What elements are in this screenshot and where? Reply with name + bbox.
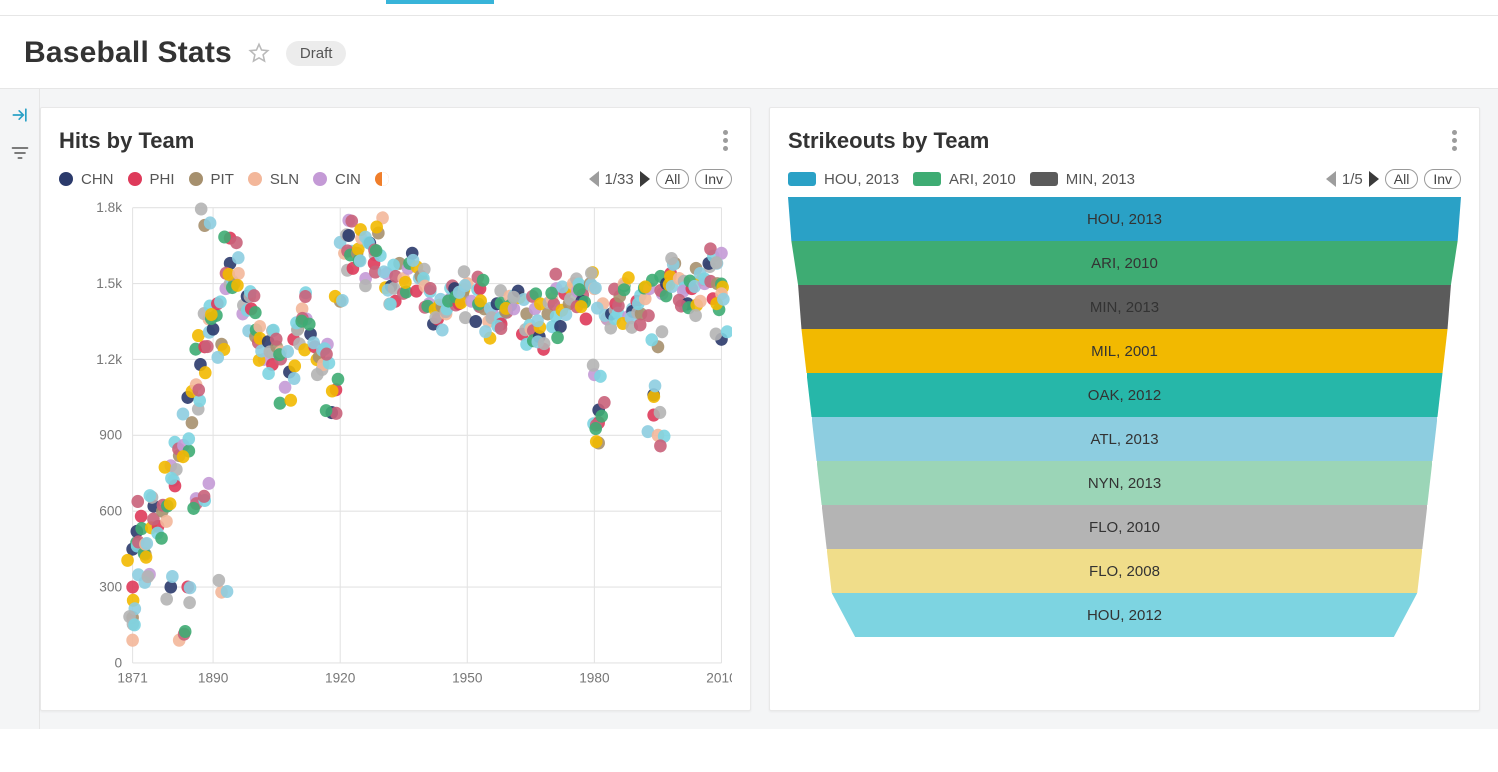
card-hits-by-team: Hits by Team CHN PHI PIT SLN CIN 1/33 Al… <box>40 107 751 711</box>
funnel-segment[interactable]: FLO, 2010 <box>788 505 1461 549</box>
svg-text:600: 600 <box>99 502 122 518</box>
svg-text:2010: 2010 <box>706 669 732 685</box>
legend-item-cin[interactable]: CIN <box>313 171 361 188</box>
active-tab-indicator <box>386 0 494 4</box>
funnel-segment-label: ATL, 2013 <box>1090 431 1158 448</box>
svg-text:1890: 1890 <box>198 669 229 685</box>
svg-text:1920: 1920 <box>325 669 356 685</box>
funnel-segment-label: MIL, 2001 <box>1091 343 1158 360</box>
funnel-segment-label: OAK, 2012 <box>1088 387 1161 404</box>
svg-text:1.8k: 1.8k <box>96 199 122 215</box>
svg-text:900: 900 <box>99 426 122 442</box>
svg-text:1871: 1871 <box>117 669 148 685</box>
legend-item-ari2010[interactable]: ARI, 2010 <box>913 171 1016 188</box>
top-divider <box>0 0 1498 16</box>
legend-item-phi[interactable]: PHI <box>128 171 175 188</box>
legend-item-min2013[interactable]: MIN, 2013 <box>1030 171 1135 188</box>
card-menu-icon[interactable] <box>719 126 732 155</box>
dashboard-grid: Hits by Team CHN PHI PIT SLN CIN 1/33 Al… <box>40 89 1498 729</box>
favorite-star-icon[interactable] <box>248 42 270 64</box>
funnel-segment[interactable]: ARI, 2010 <box>788 241 1461 285</box>
legend-item-hou2013[interactable]: HOU, 2013 <box>788 171 899 188</box>
legend-next-icon[interactable] <box>640 171 650 187</box>
funnel-segment-label: FLO, 2008 <box>1089 563 1160 580</box>
funnel-segment[interactable]: OAK, 2012 <box>788 373 1461 417</box>
card-strikeouts-by-team: Strikeouts by Team HOU, 2013 ARI, 2010 M… <box>769 107 1480 711</box>
svg-text:1.5k: 1.5k <box>96 275 122 291</box>
funnel-segment-label: NYN, 2013 <box>1088 475 1161 492</box>
funnel-segment-label: FLO, 2010 <box>1089 519 1160 536</box>
legend-item-chn[interactable]: CHN <box>59 171 114 188</box>
funnel-segment[interactable]: HOU, 2013 <box>788 197 1461 241</box>
status-badge: Draft <box>286 41 347 66</box>
page-title: Baseball Stats <box>24 36 232 70</box>
legend-inverse-button[interactable]: Inv <box>695 169 732 189</box>
legend-all-button[interactable]: All <box>656 169 690 189</box>
funnel-segment-label: MIN, 2013 <box>1090 299 1159 316</box>
funnel-segment-label: HOU, 2013 <box>1087 211 1162 228</box>
expand-sidebar-icon[interactable] <box>8 103 32 127</box>
legend-pager-hits: 1/33 <box>605 171 634 188</box>
sidebar-rail <box>0 89 40 729</box>
card-menu-icon[interactable] <box>1448 126 1461 155</box>
card-title-hits: Hits by Team <box>59 128 194 154</box>
legend-pager-strikeouts: 1/5 <box>1342 171 1363 188</box>
legend-all-button[interactable]: All <box>1385 169 1419 189</box>
legend-next-icon[interactable] <box>1369 171 1379 187</box>
legend-strikeouts: HOU, 2013 ARI, 2010 MIN, 2013 1/5 All In… <box>788 169 1461 189</box>
funnel-segment[interactable]: MIN, 2013 <box>788 285 1461 329</box>
svg-text:300: 300 <box>99 578 122 594</box>
legend-prev-icon[interactable] <box>1326 171 1336 187</box>
legend-hits: CHN PHI PIT SLN CIN 1/33 All Inv <box>59 169 732 189</box>
svg-text:1.2k: 1.2k <box>96 351 122 367</box>
funnel-segment[interactable]: HOU, 2012 <box>788 593 1461 637</box>
card-title-strikeouts: Strikeouts by Team <box>788 128 989 154</box>
funnel-segment[interactable]: MIL, 2001 <box>788 329 1461 373</box>
page-header: Baseball Stats Draft <box>0 16 1498 89</box>
legend-inverse-button[interactable]: Inv <box>1424 169 1461 189</box>
funnel-segment[interactable]: ATL, 2013 <box>788 417 1461 461</box>
funnel-segment-label: ARI, 2010 <box>1091 255 1158 272</box>
svg-text:1980: 1980 <box>579 669 610 685</box>
funnel-segment-label: HOU, 2012 <box>1087 607 1162 624</box>
scatter-chart-hits[interactable]: 0 300 600 900 1.2k 1.5k 1.8k 1871 1890 1920 1950 19… <box>59 199 732 700</box>
svg-text:1950: 1950 <box>452 669 483 685</box>
legend-item-pit[interactable]: PIT <box>189 171 234 188</box>
workspace: Hits by Team CHN PHI PIT SLN CIN 1/33 Al… <box>0 89 1498 729</box>
legend-prev-icon[interactable] <box>589 171 599 187</box>
filter-icon[interactable] <box>8 141 32 165</box>
legend-overflow-icon[interactable] <box>375 172 389 186</box>
funnel-chart-strikeouts[interactable]: HOU, 2013 ARI, 2010 MIN, 2013 MIL, 2001 … <box>788 197 1461 637</box>
svg-text:0: 0 <box>114 654 122 670</box>
legend-item-sln[interactable]: SLN <box>248 171 299 188</box>
funnel-segment[interactable]: FLO, 2008 <box>788 549 1461 593</box>
funnel-segment[interactable]: NYN, 2013 <box>788 461 1461 505</box>
